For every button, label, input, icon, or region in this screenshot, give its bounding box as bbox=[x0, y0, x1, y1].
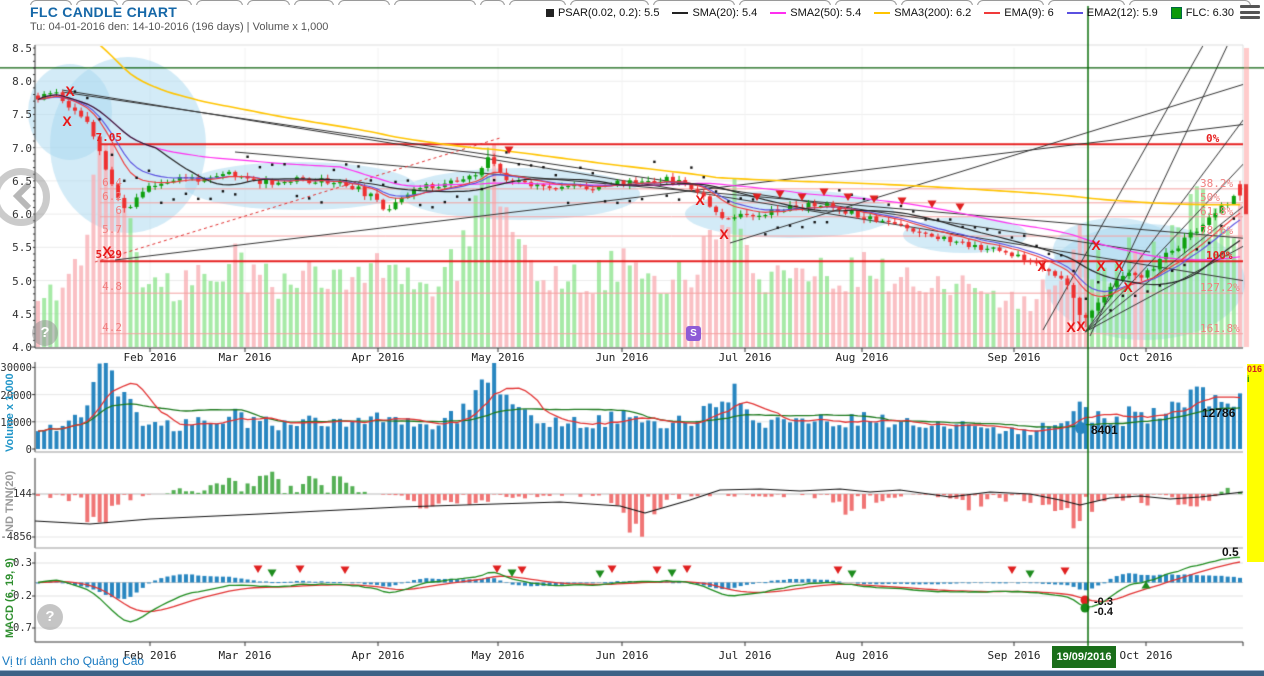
signal-x-marker: X bbox=[1096, 258, 1106, 275]
fib-percent-label: 61.8% bbox=[1200, 204, 1234, 218]
signal-x-marker: X bbox=[1091, 237, 1101, 254]
legend-item[interactable]: PSAR(0.02, 0.2): 5.5 bbox=[545, 7, 660, 19]
ad-banner-text2: i bbox=[1247, 374, 1250, 384]
main-ytick: 5.0 bbox=[12, 274, 32, 288]
labels-layer: 8.5 8.0 7.5 7.0 6.5 6.0 5.5 5.0 4.5 4.0 30000 20000… bbox=[0, 0, 1264, 676]
legend-label: SMA3(200): 6.2 bbox=[894, 7, 972, 19]
month-label: Aug 2016 bbox=[835, 351, 889, 364]
month-label-bottom: May 2016 bbox=[471, 649, 525, 662]
fib-price-label: 4.2 bbox=[102, 320, 122, 334]
main-ytick: 5.5 bbox=[12, 241, 32, 255]
signal-x-marker: X bbox=[1123, 279, 1133, 296]
month-label: Jun 2016 bbox=[595, 351, 649, 364]
legend-label: SMA2(50): 5.4 bbox=[790, 7, 862, 19]
month-label-bottom: Apr 2016 bbox=[351, 649, 405, 662]
ndtnn-ytick: -4856 bbox=[0, 531, 32, 543]
macd-axis-label: MACD (6, 19, 9) bbox=[4, 557, 16, 638]
signal-x-marker: X bbox=[1114, 258, 1124, 275]
legend-item[interactable]: FLC: 6.30 bbox=[1170, 7, 1234, 19]
main-ytick: 4.5 bbox=[12, 307, 32, 321]
month-label-bottom: Jun 2016 bbox=[595, 649, 649, 662]
ad-banner[interactable]: 016 i bbox=[1247, 364, 1264, 562]
fib-percent-label: 127.2% bbox=[1200, 281, 1240, 295]
main-ytick: 8.5 bbox=[12, 42, 32, 55]
fib-price-label: 5.7 bbox=[102, 223, 122, 237]
event-date-label: 19/09/2016 bbox=[1052, 646, 1116, 668]
macd-line-dot-value: -0.4 bbox=[1094, 606, 1113, 618]
fib-price-label: 6.4 bbox=[102, 175, 122, 189]
main-ytick: 8.0 bbox=[12, 75, 32, 89]
bottom-bar bbox=[0, 670, 1264, 676]
legend-square-swatch bbox=[545, 9, 554, 17]
legend-item[interactable]: SMA(20): 5.4 bbox=[672, 7, 757, 19]
legend-label: FLC: 6.30 bbox=[1185, 7, 1234, 19]
signal-x-marker: X bbox=[1066, 319, 1076, 336]
month-label: Oct 2016 bbox=[1119, 351, 1173, 364]
volume-last-ma-value: 12786 bbox=[1202, 406, 1236, 420]
legend-label: PSAR(0.02, 0.2): 5.5 bbox=[557, 7, 660, 19]
signal-x-marker: X bbox=[102, 243, 112, 260]
fib-price-label: 6 bbox=[115, 203, 122, 217]
fib-percent-label: 161.8% bbox=[1200, 321, 1240, 335]
main-ytick: 7.5 bbox=[12, 108, 32, 122]
fib-percent-label: 50% bbox=[1200, 190, 1220, 204]
month-label-bottom: Oct 2016 bbox=[1119, 649, 1173, 662]
legend-item[interactable]: EMA2(12): 5.9 bbox=[1066, 7, 1158, 19]
signal-x-marker: X bbox=[62, 113, 72, 130]
indicator-legend: PSAR(0.02, 0.2): 5.5 SMA(20): 5.4 SMA2(50)… bbox=[545, 7, 1234, 19]
month-label: May 2016 bbox=[471, 351, 525, 364]
volume-event-ma-value: 8401 bbox=[1091, 423, 1118, 437]
fib-percent-label: 0% bbox=[1206, 132, 1220, 146]
main-ytick: 4.0 bbox=[12, 341, 32, 354]
legend-label: EMA(9): 6 bbox=[1004, 7, 1054, 19]
legend-item[interactable]: SMA3(200): 6.2 bbox=[874, 7, 971, 19]
volume-axis-label: Volume x 1,000 bbox=[4, 373, 16, 452]
signal-x-marker: X bbox=[719, 226, 729, 243]
month-label-bottom: Mar 2016 bbox=[218, 649, 272, 662]
legend-label: SMA(20): 5.4 bbox=[692, 7, 758, 19]
help-icon-macd[interactable]: ? bbox=[37, 604, 63, 630]
legend-item[interactable]: SMA2(50): 5.4 bbox=[770, 7, 861, 19]
ad-banner-text: 016 bbox=[1247, 364, 1263, 374]
fib-percent-label: 38.2% bbox=[1200, 176, 1234, 190]
legend-line-swatch bbox=[770, 12, 787, 14]
menu-icon[interactable] bbox=[1240, 5, 1260, 21]
fib-percent-label: 78.6% bbox=[1200, 224, 1234, 238]
legend-square-swatch bbox=[1170, 7, 1182, 19]
legend-line-swatch bbox=[874, 12, 891, 14]
legend-line-swatch bbox=[1066, 12, 1083, 14]
signal-x-marker: X bbox=[1037, 258, 1047, 275]
fib-price-label: 7.05 bbox=[95, 131, 123, 145]
month-label: Mar 2016 bbox=[218, 351, 272, 364]
fib-price-label: 4.8 bbox=[102, 280, 122, 294]
signal-x-marker: X bbox=[1076, 318, 1086, 335]
legend-line-swatch bbox=[984, 12, 1001, 14]
signal-x-marker: X bbox=[65, 83, 75, 100]
month-label-bottom: Jul 2016 bbox=[718, 649, 772, 662]
legend-label: EMA2(12): 5.9 bbox=[1086, 7, 1158, 19]
ndtnn-axis-label: ND TNN(20) bbox=[4, 470, 16, 532]
fib-percent-label: 100% bbox=[1206, 249, 1233, 263]
month-label: Feb 2016 bbox=[123, 351, 177, 364]
chart-application: FLC CANDLE CHART Tu: 04-01-2016 den: 14-… bbox=[0, 0, 1264, 676]
ad-placeholder-link[interactable]: Vị trí dành cho Quảng Cáo bbox=[2, 654, 144, 668]
month-label-bottom: Sep 2016 bbox=[987, 649, 1041, 662]
legend-item[interactable]: EMA(9): 6 bbox=[984, 7, 1054, 19]
macd-end-value: 0.5 bbox=[1222, 545, 1239, 559]
month-label: Apr 2016 bbox=[351, 351, 405, 364]
month-label-bottom: Aug 2016 bbox=[835, 649, 889, 662]
help-icon[interactable]: ? bbox=[32, 320, 58, 346]
month-label: Sep 2016 bbox=[987, 351, 1041, 364]
signal-x-marker: X bbox=[695, 192, 705, 209]
fib-price-label: 6.2 bbox=[102, 189, 122, 203]
legend-line-swatch bbox=[672, 12, 689, 14]
main-ytick: 7.0 bbox=[12, 141, 32, 155]
month-label: Jul 2016 bbox=[718, 351, 772, 364]
signal-badge: S bbox=[686, 326, 701, 341]
